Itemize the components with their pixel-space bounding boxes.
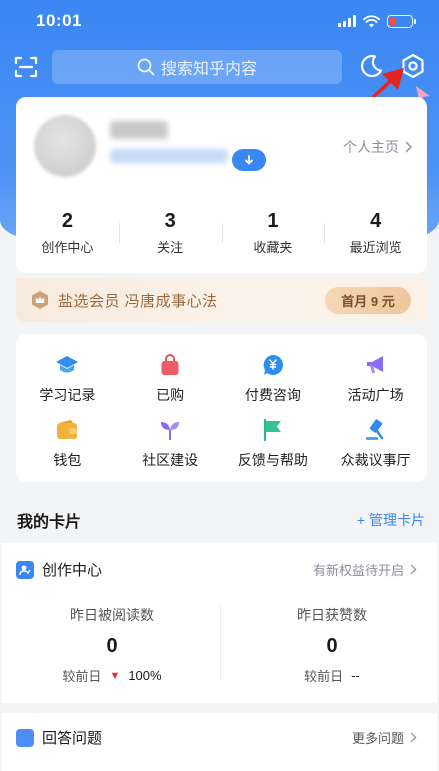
compare-value: 100% <box>128 668 162 683</box>
metric-value: 0 <box>106 635 118 657</box>
user-info-blurred <box>110 149 228 163</box>
shopping-bag-icon <box>161 353 179 375</box>
chevron-right-icon <box>410 564 417 575</box>
chevron-right-icon <box>410 732 417 743</box>
creation-center-card[interactable]: 创作中心 有新权益待开启 昨日被阅读数 0 较前日 ▼ 100% 昨日获赞数 0… <box>2 543 437 703</box>
grid-label: 已购 <box>156 386 185 403</box>
homepage-label: 个人主页 <box>343 139 399 155</box>
more-questions-link[interactable]: 更多问题 <box>352 728 417 747</box>
graduation-cap-icon <box>56 355 79 372</box>
search-input[interactable]: 搜索知乎内容 <box>52 50 342 84</box>
compare-label: 较前日 <box>304 669 344 684</box>
flag-icon <box>263 418 281 441</box>
metric-compare: 较前日 ▼ 100% <box>12 666 212 685</box>
grid-item-wallet[interactable]: 钱包 <box>16 411 119 476</box>
night-mode-moon-icon[interactable] <box>358 53 384 79</box>
more-questions-label: 更多问题 <box>351 731 404 746</box>
settings-gear-icon[interactable] <box>400 53 426 79</box>
compare-value: -- <box>351 668 360 683</box>
metric-value: 0 <box>326 635 338 657</box>
stat-recent-views[interactable]: 4 最近浏览 <box>324 209 427 259</box>
stat-value: 4 <box>370 210 382 232</box>
vip-offer-button[interactable]: 首月 9 元 <box>325 287 411 314</box>
answer-edit-icon <box>16 728 34 747</box>
wallet-icon <box>57 419 78 439</box>
manage-cards-button[interactable]: + 管理卡片 <box>357 510 425 530</box>
answer-questions-card[interactable]: 回答问题 更多问题 <box>2 713 437 771</box>
search-icon <box>137 58 155 76</box>
grid-label: 付费咨询 <box>244 386 301 403</box>
metric-compare: 较前日 -- <box>232 666 432 685</box>
search-placeholder: 搜索知乎内容 <box>160 61 257 78</box>
grid-item-community[interactable]: 社区建设 <box>119 411 222 476</box>
grid-label: 众裁议事厅 <box>340 451 411 468</box>
gavel-icon <box>365 418 383 440</box>
grid-item-learning-record[interactable]: 学习记录 <box>16 346 119 411</box>
grid-item-paid-consult[interactable]: 付费咨询 <box>222 346 325 411</box>
expand-badge[interactable] <box>232 149 266 171</box>
metric-likes: 昨日获赞数 0 较前日 -- <box>232 605 432 685</box>
answer-card-header: 回答问题 <box>16 727 102 748</box>
new-benefits-link[interactable]: 有新权益待开启 <box>313 560 417 579</box>
grid-label: 社区建设 <box>142 451 199 468</box>
creation-card-title: 创作中心 <box>42 562 103 579</box>
stat-value: 1 <box>267 210 279 232</box>
stat-creation-center[interactable]: 2 创作中心 <box>16 209 119 259</box>
status-time: 10:01 <box>36 11 82 30</box>
avatar[interactable] <box>34 115 96 177</box>
feature-grid: 学习记录 已购 付费咨询 活动广场 钱包 社区建设 反馈与帮助 众裁议事厅 <box>16 334 427 482</box>
chevron-right-icon <box>405 141 413 153</box>
grid-label: 反馈与帮助 <box>237 451 308 468</box>
vip-banner[interactable]: 盐选会员 冯唐成事心法 首月 9 元 <box>16 278 427 322</box>
vip-text: 盐选会员 冯唐成事心法 <box>58 292 218 310</box>
grid-label: 活动广场 <box>347 386 404 403</box>
vip-crown-icon <box>32 291 48 309</box>
top-bar: 搜索知乎内容 <box>0 48 439 86</box>
grid-item-purchased[interactable]: 已购 <box>119 346 222 411</box>
signal-icon <box>338 15 356 27</box>
profile-stats: 2 创作中心 3 关注 1 收藏夹 4 最近浏览 <box>16 209 427 259</box>
my-cards-header: 我的卡片 + 管理卡片 <box>17 508 425 532</box>
grid-item-events[interactable]: 活动广场 <box>324 346 427 411</box>
megaphone-icon <box>366 355 383 373</box>
scan-icon[interactable] <box>14 55 38 79</box>
wifi-icon <box>363 14 380 27</box>
metric-label: 昨日被阅读数 <box>70 607 154 623</box>
battery-icon <box>387 14 416 28</box>
grid-item-council[interactable]: 众裁议事厅 <box>324 411 427 476</box>
profile-card: 个人主页 2 创作中心 3 关注 1 收藏夹 4 最近浏览 <box>16 97 427 273</box>
stat-label: 最近浏览 <box>349 240 402 255</box>
my-cards-title: 我的卡片 <box>17 514 82 531</box>
answer-card-title: 回答问题 <box>42 730 103 747</box>
yuan-chat-icon <box>263 354 283 375</box>
stat-collections[interactable]: 1 收藏夹 <box>221 209 325 259</box>
trend-down-icon: ▼ <box>109 669 121 682</box>
stat-following[interactable]: 3 关注 <box>118 209 222 259</box>
stat-label: 收藏夹 <box>253 240 293 255</box>
stat-label: 创作中心 <box>41 240 94 255</box>
stat-label: 关注 <box>157 240 184 255</box>
creation-center-icon <box>16 560 34 579</box>
metric-label: 昨日获赞数 <box>297 607 367 623</box>
personal-homepage-link[interactable]: 个人主页 <box>343 137 413 157</box>
arrow-down-icon <box>245 155 253 165</box>
compare-label: 较前日 <box>62 669 102 684</box>
stat-value: 2 <box>61 210 73 232</box>
metric-divider <box>220 605 221 681</box>
metric-reads: 昨日被阅读数 0 较前日 ▼ 100% <box>12 605 212 685</box>
sprout-icon <box>161 421 180 440</box>
new-benefits-label: 有新权益待开启 <box>312 563 404 578</box>
creation-card-header: 创作中心 <box>16 559 102 580</box>
grid-label: 钱包 <box>53 451 82 468</box>
status-bar: 10:01 <box>0 0 439 42</box>
grid-label: 学习记录 <box>39 386 96 403</box>
username-blurred <box>110 121 168 139</box>
grid-item-feedback[interactable]: 反馈与帮助 <box>222 411 325 476</box>
stat-value: 3 <box>164 210 176 232</box>
status-icons <box>338 14 416 28</box>
